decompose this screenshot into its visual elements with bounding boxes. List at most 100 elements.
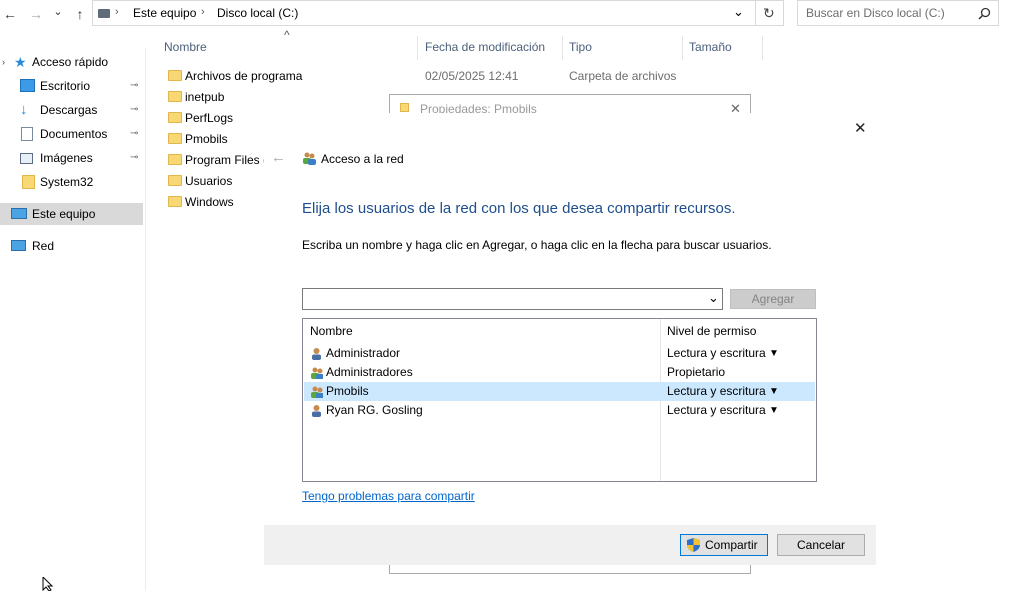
column-header-tipo[interactable]: Tipo [569,40,592,54]
sidebar-item-imagenes[interactable]: Imágenes ⊸ [0,147,143,169]
file-row[interactable]: Program Files ( [164,150,267,171]
sidebar-item-label: Acceso rápido [32,55,109,69]
add-button[interactable]: Agregar [730,289,816,309]
computer-icon [11,208,27,219]
column-separator[interactable] [417,36,418,60]
column-separator[interactable] [562,36,563,60]
file-row[interactable]: inetpub [164,87,264,108]
users-group-icon [311,386,323,398]
up-arrow-icon[interactable]: ↑ [70,4,90,24]
file-name: Pmobils [185,132,228,146]
search-icon[interactable] [978,7,991,20]
permission-dropdown-arrow-icon[interactable]: ▼ [769,401,779,420]
pin-icon: ⊸ [130,80,139,91]
sidebar-item-documentos[interactable]: Documentos ⊸ [0,123,143,145]
file-row[interactable]: Usuarios [164,171,264,192]
users-group-icon [311,367,323,379]
network-icon [11,240,26,251]
breadcrumb-separator: › [115,6,119,18]
breadcrumb-este-equipo[interactable]: Este equipo [133,6,196,20]
sidebar-item-system32[interactable]: System32 [0,171,143,193]
sidebar-item-descargas[interactable]: ↓ Descargas ⊸ [0,99,143,121]
collapse-chevron-icon[interactable]: › [2,51,5,73]
column-separator[interactable] [762,36,763,60]
column-header-nombre[interactable]: Nombre [310,324,353,338]
document-icon [21,127,33,141]
breadcrumb-separator: › [201,6,205,18]
users-group-icon [303,152,316,165]
user-name: Pmobils [326,384,369,398]
sidebar-item-label: Documentos [40,127,108,141]
sidebar-item-este-equipo[interactable]: Este equipo [0,203,143,225]
folder-icon [400,103,409,112]
permission-dropdown-arrow-icon[interactable]: ▼ [769,344,779,363]
file-row[interactable]: Pmobils [164,129,264,150]
user-row[interactable]: Ryan RG. Gosling Lectura y escritura ▼ [304,401,815,420]
folder-icon [168,175,182,186]
close-icon[interactable]: ✕ [854,119,867,137]
pin-icon: ⊸ [130,104,139,115]
cancel-button[interactable]: Cancelar [777,534,865,556]
user-name-combobox[interactable]: ⌄ [302,288,723,310]
sidebar-item-red[interactable]: Red [0,235,143,257]
sidebar-item-label: Este equipo [32,207,96,221]
user-row[interactable]: Administrador Lectura y escritura ▼ [304,344,815,363]
permission-level: Propietario [667,365,726,379]
share-button[interactable]: Compartir [680,534,768,556]
download-arrow-icon: ↓ [20,101,28,118]
address-history-chevron-icon[interactable]: ⌄ [733,4,744,20]
network-access-dialog: ✕ ← Acceso a la red Elija los usuarios d… [264,113,876,565]
permission-level[interactable]: Lectura y escritura [667,382,766,401]
sort-ascending-icon: ^ [284,28,290,42]
pictures-icon [20,153,33,164]
sidebar-item-escritorio[interactable]: Escritorio ⊸ [0,75,143,97]
chevron-down-icon[interactable]: ⌄ [708,290,719,306]
dialog-instruction: Escriba un nombre y haga clic en Agregar… [302,238,772,252]
uac-shield-icon [687,538,700,552]
pin-icon: ⊸ [130,128,139,139]
user-name: Administradores [326,365,413,379]
column-header-nombre[interactable]: Nombre [164,40,207,54]
sidebar-item-acceso-rapido[interactable]: › ★ Acceso rápido [0,51,143,73]
back-arrow-icon[interactable]: ← [271,149,286,166]
file-date: 02/05/2025 12:41 [425,69,519,83]
share-button-label: Compartir [705,538,758,552]
this-pc-icon [98,9,110,18]
column-header-nivel-permiso[interactable]: Nivel de permiso [667,324,756,338]
recent-locations-chevron-icon[interactable]: ⌄ [48,2,68,22]
forward-arrow-icon[interactable]: → [26,4,46,24]
user-icon [312,405,321,417]
permission-level[interactable]: Lectura y escritura [667,401,766,420]
column-header-fecha[interactable]: Fecha de modificación [425,40,545,54]
star-icon: ★ [14,54,27,70]
file-name: Windows [185,195,234,209]
permission-level[interactable]: Lectura y escritura [667,344,766,363]
column-separator[interactable] [682,36,683,60]
search-placeholder: Buscar en Disco local (C:) [806,6,945,20]
refresh-icon[interactable]: ↻ [763,5,775,22]
address-divider [755,1,756,25]
search-box[interactable]: Buscar en Disco local (C:) [797,0,999,26]
dialog-heading: Elija los usuarios de la red con los que… [302,200,736,217]
file-name: Archivos de programa [185,69,303,83]
sidebar-item-label: Red [32,239,55,253]
column-header-tamano[interactable]: Tamaño [689,40,732,54]
user-row-selected[interactable]: Pmobils Lectura y escritura ▼ [304,382,815,401]
back-arrow-icon[interactable]: ← [0,4,20,24]
file-row[interactable]: Archivos de programa 02/05/2025 12:41 Ca… [164,66,684,87]
mouse-cursor-icon [42,577,54,591]
file-row[interactable]: Windows [164,192,264,213]
help-link[interactable]: Tengo problemas para compartir [302,489,475,503]
user-row[interactable]: Administradores Propietario [304,363,815,382]
permission-dropdown-arrow-icon[interactable]: ▼ [769,382,779,401]
desktop-icon [20,79,35,92]
navigation-pane: › ★ Acceso rápido Escritorio ⊸ ↓ Descarg… [0,48,146,591]
folder-icon [168,70,182,81]
address-bar[interactable]: › Este equipo › Disco local (C:) ⌄ ↻ [92,0,784,26]
breadcrumb-disco-local[interactable]: Disco local (C:) [217,6,298,20]
file-type: Carpeta de archivos [569,69,677,83]
dialog-footer: Compartir Cancelar [264,525,876,565]
user-icon [312,348,321,360]
file-row[interactable]: PerfLogs [164,108,264,129]
file-name: PerfLogs [185,111,234,125]
